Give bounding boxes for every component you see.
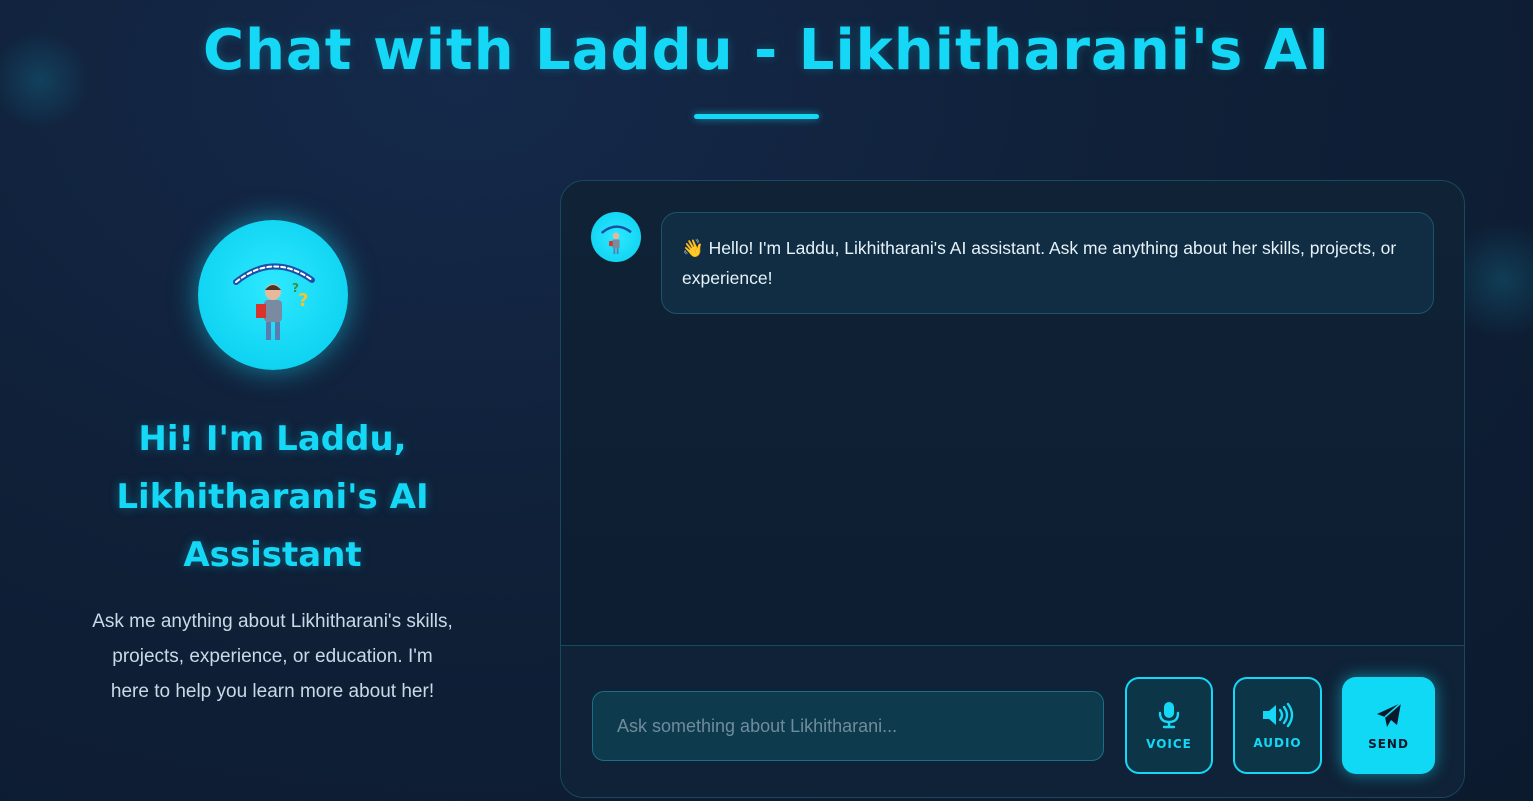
microphone-icon	[1158, 701, 1180, 728]
svg-text:?: ?	[298, 290, 308, 311]
message-text: Hello! I'm Laddu, Likhitharani's AI assi…	[682, 238, 1397, 288]
audio-button-label: AUDIO	[1253, 735, 1302, 750]
svg-text:?: ?	[292, 281, 299, 295]
assistant-intro-panel: ? ? Hi! I'm Laddu, Likhitharani's AI Ass…	[90, 220, 455, 709]
assistant-description: Ask me anything about Likhitharani's ski…	[92, 611, 453, 702]
assistant-heading: Hi! I'm Laddu, Likhitharani's AI Assista…	[116, 419, 429, 575]
message-avatar	[591, 212, 641, 262]
paper-plane-icon	[1376, 701, 1402, 727]
audio-button[interactable]: AUDIO	[1233, 677, 1322, 774]
voice-button[interactable]: VOICE	[1125, 677, 1213, 774]
send-button-label: SEND	[1368, 736, 1409, 751]
assistant-avatar-illustration	[601, 225, 632, 255]
title-underline	[694, 114, 819, 119]
chat-input-bar: VOICE AUDIO SEND	[561, 645, 1464, 797]
assistant-avatar-illustration: ? ?	[232, 263, 315, 340]
messages-list[interactable]: 👋 Hello! I'm Laddu, Likhitharani's AI as…	[561, 181, 1464, 645]
speaker-icon	[1262, 702, 1293, 727]
chat-panel: 👋 Hello! I'm Laddu, Likhitharani's AI as…	[560, 180, 1465, 798]
wave-emoji-icon: 👋	[682, 238, 704, 258]
chat-input[interactable]	[592, 691, 1104, 761]
voice-button-label: VOICE	[1146, 736, 1192, 751]
message-bubble: 👋 Hello! I'm Laddu, Likhitharani's AI as…	[661, 212, 1434, 314]
send-button[interactable]: SEND	[1342, 677, 1435, 774]
page-title: Chat with Laddu - Likhitharani's AI	[202, 18, 1331, 83]
assistant-avatar: ? ?	[197, 220, 348, 370]
